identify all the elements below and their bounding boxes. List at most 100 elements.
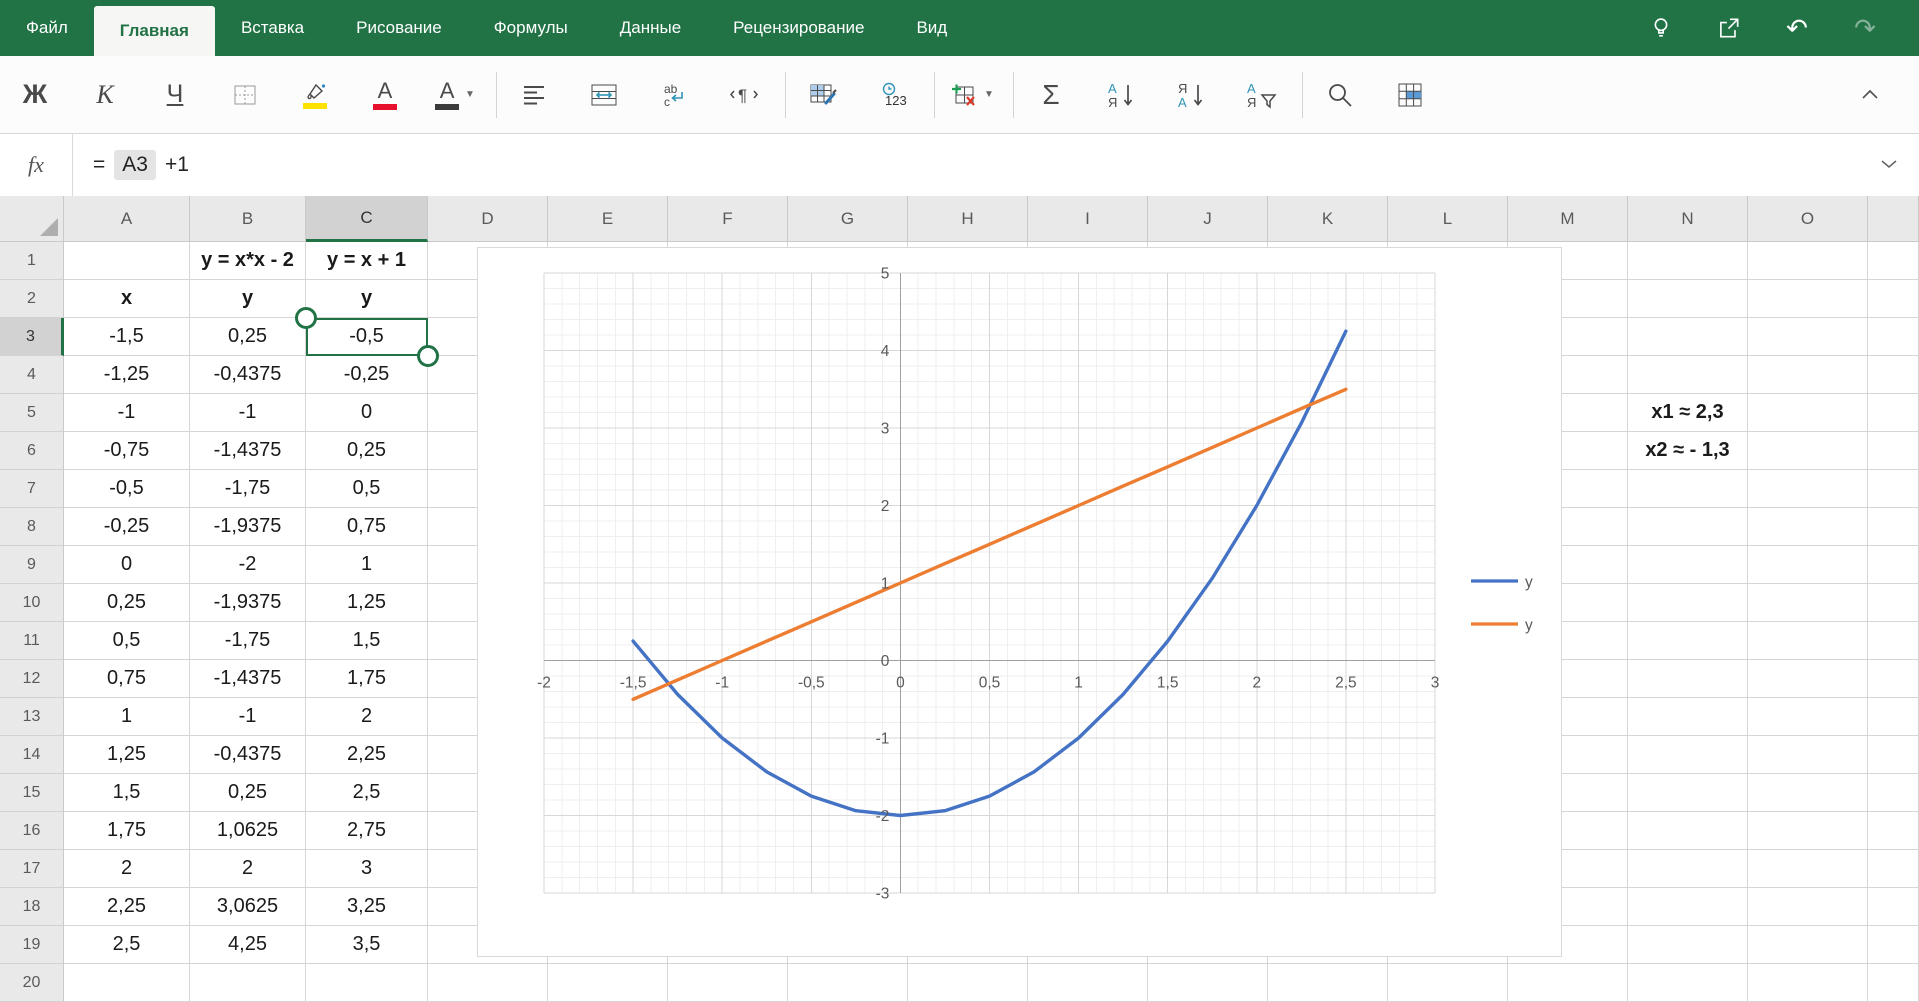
cell-C6[interactable]: 0,25 (306, 432, 428, 470)
cell-N14[interactable] (1628, 736, 1748, 774)
cell-A13[interactable]: 1 (64, 698, 190, 736)
cell-C14[interactable]: 2,25 (306, 736, 428, 774)
cell-N7[interactable] (1628, 470, 1748, 508)
tab-Формулы[interactable]: Формулы (468, 0, 594, 56)
cell-N3[interactable] (1628, 318, 1748, 356)
cell-C17[interactable]: 3 (306, 850, 428, 888)
cell-O6[interactable] (1748, 432, 1868, 470)
cell-O16[interactable] (1748, 812, 1868, 850)
tab-Данные[interactable]: Данные (594, 0, 707, 56)
row-header-5[interactable]: 5 (0, 394, 64, 432)
cell-O2[interactable] (1748, 280, 1868, 318)
cell-O3[interactable] (1748, 318, 1868, 356)
column-header-J[interactable]: J (1148, 196, 1268, 242)
row-header-4[interactable]: 4 (0, 356, 64, 394)
cell-B9[interactable]: -2 (190, 546, 306, 584)
cell-overflow-6[interactable] (1868, 432, 1919, 470)
cell-overflow-2[interactable] (1868, 280, 1919, 318)
cell-M20[interactable] (1508, 964, 1628, 1002)
cell-A20[interactable] (64, 964, 190, 1002)
borders-button[interactable] (222, 65, 268, 125)
format-options-button[interactable]: A ▼ (432, 65, 478, 125)
align-left-button[interactable] (511, 65, 557, 125)
cell-O4[interactable] (1748, 356, 1868, 394)
row-header-11[interactable]: 11 (0, 622, 64, 660)
tab-Вставка[interactable]: Вставка (215, 0, 330, 56)
cell-overflow-18[interactable] (1868, 888, 1919, 926)
cell-C11[interactable]: 1,5 (306, 622, 428, 660)
cell-B16[interactable]: 1,0625 (190, 812, 306, 850)
cell-C1[interactable]: y = x + 1 (306, 242, 428, 280)
cell-overflow-13[interactable] (1868, 698, 1919, 736)
cell-N16[interactable] (1628, 812, 1748, 850)
redo-icon[interactable]: ↷ (1851, 13, 1879, 43)
cell-C13[interactable]: 2 (306, 698, 428, 736)
cell-A4[interactable]: -1,25 (64, 356, 190, 394)
format-table-button[interactable] (800, 65, 846, 125)
number-format-button[interactable]: 123 (870, 65, 916, 125)
cell-O7[interactable] (1748, 470, 1868, 508)
cell-A2[interactable]: x (64, 280, 190, 318)
cell-A9[interactable]: 0 (64, 546, 190, 584)
cell-B8[interactable]: -1,9375 (190, 508, 306, 546)
column-header-K[interactable]: K (1268, 196, 1388, 242)
cell-A5[interactable]: -1 (64, 394, 190, 432)
formula-bar[interactable]: fx = A3 +1 (0, 134, 1919, 197)
cell-C16[interactable]: 2,75 (306, 812, 428, 850)
selection-handle-top-left[interactable] (295, 307, 317, 329)
cell-C12[interactable]: 1,75 (306, 660, 428, 698)
cell-K20[interactable] (1268, 964, 1388, 1002)
cell-overflow-3[interactable] (1868, 318, 1919, 356)
chart-object[interactable]: 5 4 3 2 1 0 -1 -2 -3 -2 -1,5 -1 -0,5 0 0,5 1 1,5 2 2,5 3 y y (477, 247, 1562, 957)
autosum-button[interactable]: Σ (1028, 65, 1074, 125)
cell-L20[interactable] (1388, 964, 1508, 1002)
cell-O9[interactable] (1748, 546, 1868, 584)
cell-O12[interactable] (1748, 660, 1868, 698)
row-header-1[interactable]: 1 (0, 242, 64, 280)
cell-A1[interactable] (64, 242, 190, 280)
column-header-N[interactable]: N (1628, 196, 1748, 242)
cell-N11[interactable] (1628, 622, 1748, 660)
cell-B1[interactable]: y = x*x - 2 (190, 242, 306, 280)
cell-E20[interactable] (548, 964, 668, 1002)
row-header-16[interactable]: 16 (0, 812, 64, 850)
column-header-overflow[interactable] (1868, 196, 1919, 242)
column-header-A[interactable]: A (64, 196, 190, 242)
filter-button[interactable]: АЯ (1238, 65, 1284, 125)
cell-N1[interactable] (1628, 242, 1748, 280)
cell-O1[interactable] (1748, 242, 1868, 280)
tab-Рисование[interactable]: Рисование (330, 0, 468, 56)
cell-O14[interactable] (1748, 736, 1868, 774)
cell-N12[interactable] (1628, 660, 1748, 698)
cell-O17[interactable] (1748, 850, 1868, 888)
row-header-13[interactable]: 13 (0, 698, 64, 736)
cell-overflow-10[interactable] (1868, 584, 1919, 622)
cell-N19[interactable] (1628, 926, 1748, 964)
cell-overflow-5[interactable] (1868, 394, 1919, 432)
column-header-B[interactable]: B (190, 196, 306, 242)
underline-button[interactable]: Ч (152, 65, 198, 125)
formula-token[interactable]: = (93, 153, 105, 177)
cell-A7[interactable]: -0,5 (64, 470, 190, 508)
cell-B11[interactable]: -1,75 (190, 622, 306, 660)
cell-N6[interactable]: x2 ≈ - 1,3 (1628, 432, 1748, 470)
cell-C8[interactable]: 0,75 (306, 508, 428, 546)
cell-N2[interactable] (1628, 280, 1748, 318)
cell-B20[interactable] (190, 964, 306, 1002)
cell-B18[interactable]: 3,0625 (190, 888, 306, 926)
formula-input[interactable]: = A3 +1 (93, 150, 189, 180)
row-header-8[interactable]: 8 (0, 508, 64, 546)
cell-N5[interactable]: x1 ≈ 2,3 (1628, 394, 1748, 432)
cell-C19[interactable]: 3,5 (306, 926, 428, 964)
cell-B15[interactable]: 0,25 (190, 774, 306, 812)
cell-overflow-1[interactable] (1868, 242, 1919, 280)
cell-A3[interactable]: -1,5 (64, 318, 190, 356)
cell-C7[interactable]: 0,5 (306, 470, 428, 508)
italic-button[interactable]: К (82, 65, 128, 125)
cell-B10[interactable]: -1,9375 (190, 584, 306, 622)
share-icon[interactable] (1715, 14, 1743, 42)
row-header-9[interactable]: 9 (0, 546, 64, 584)
undo-icon[interactable]: ↶ (1783, 13, 1811, 43)
lightbulb-icon[interactable] (1647, 14, 1675, 42)
cell-N17[interactable] (1628, 850, 1748, 888)
